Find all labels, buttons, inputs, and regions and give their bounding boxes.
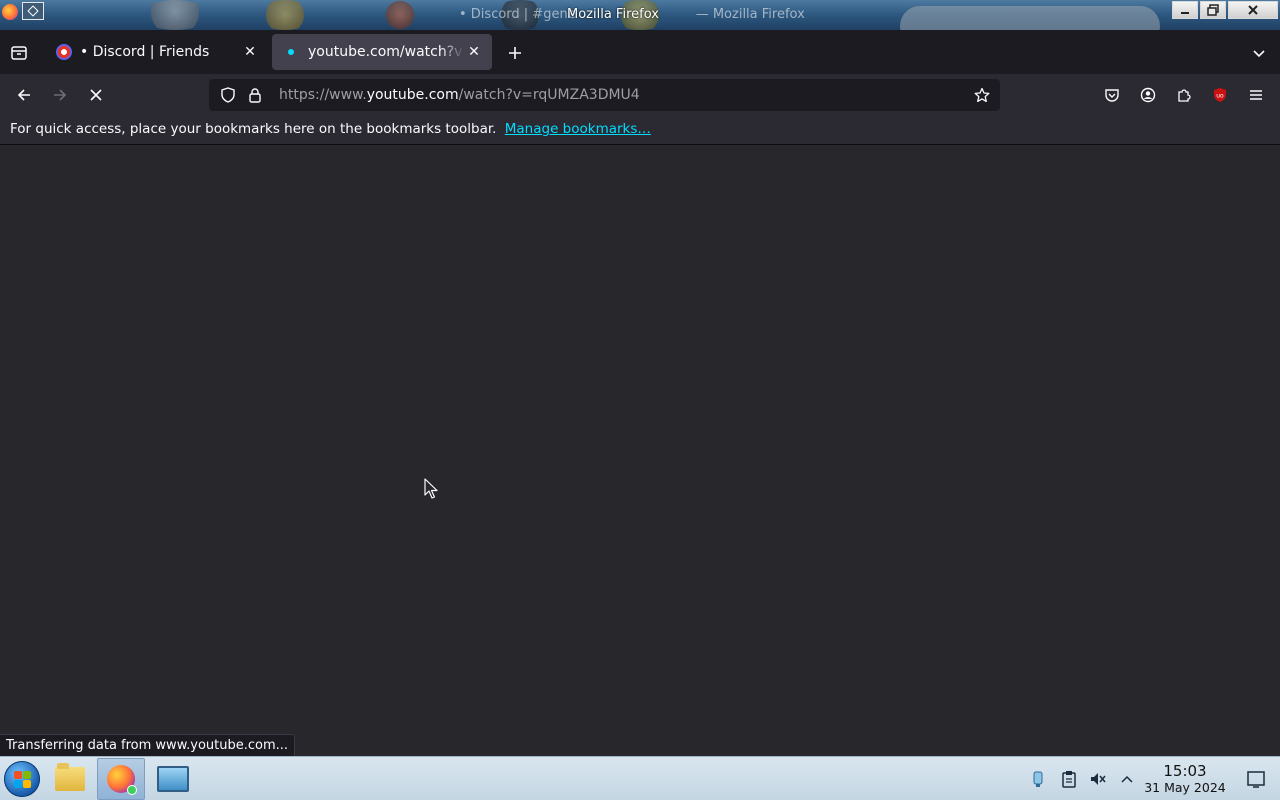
list-all-tabs-button[interactable] bbox=[1248, 42, 1270, 64]
site-info-button[interactable] bbox=[243, 80, 267, 110]
folder-icon bbox=[55, 763, 85, 791]
tab-label: • Discord | Friends bbox=[80, 44, 210, 60]
firefox-icon[interactable] bbox=[2, 4, 18, 20]
arrow-right-icon bbox=[54, 89, 67, 101]
bookmark-star-button[interactable] bbox=[970, 83, 994, 107]
taskbar-file-manager[interactable] bbox=[46, 758, 94, 800]
loading-dot-icon bbox=[288, 49, 294, 55]
pocket-icon bbox=[1105, 89, 1119, 102]
start-logo-icon bbox=[23, 771, 31, 779]
navigation-toolbar: https://www.youtube.com/watch?v=rqUMZA3D… bbox=[0, 74, 1280, 116]
tray-clipboard-icon[interactable] bbox=[1058, 768, 1080, 790]
bookmarks-empty-message: For quick access, place your bookmarks h… bbox=[10, 121, 497, 137]
wallpaper-art bbox=[380, 0, 420, 30]
bookmarks-toolbar: For quick access, place your bookmarks h… bbox=[0, 116, 1280, 145]
manage-bookmarks-link[interactable]: Manage bookmarks… bbox=[505, 121, 651, 137]
start-logo-icon bbox=[14, 780, 22, 788]
ublock-origin-icon: uo bbox=[1214, 88, 1226, 102]
desktop-icon bbox=[1247, 771, 1265, 788]
url-text[interactable]: https://www.youtube.com/watch?v=rqUMZA3D… bbox=[279, 87, 640, 103]
status-panel: Transferring data from www.youtube.com..… bbox=[0, 734, 296, 756]
titlebar-left-icons bbox=[2, 2, 44, 20]
ghost-title-text: • Discord | #gene bbox=[459, 7, 576, 22]
tab-close-icon[interactable]: ✕ bbox=[240, 42, 260, 62]
extensions-button[interactable] bbox=[1172, 83, 1196, 107]
lock-icon bbox=[249, 88, 261, 103]
start-button[interactable] bbox=[4, 761, 40, 797]
svg-text:uo: uo bbox=[1216, 93, 1224, 100]
clock-time: 15:03 bbox=[1163, 762, 1207, 780]
app-menu-button[interactable] bbox=[1244, 83, 1268, 107]
shield-icon bbox=[221, 87, 235, 103]
hamburger-menu-icon bbox=[1250, 90, 1262, 100]
close-icon bbox=[1248, 5, 1258, 15]
forward-button[interactable] bbox=[48, 83, 72, 107]
tracking-protection-button[interactable] bbox=[213, 80, 243, 110]
tab-youtube-watch[interactable]: youtube.com/watch?v=rqUMZA3DMU4 ✕ bbox=[272, 34, 492, 70]
close-button[interactable] bbox=[1228, 1, 1278, 19]
taskbar-firefox[interactable] bbox=[97, 758, 145, 800]
stop-loading-button[interactable] bbox=[84, 83, 108, 107]
close-icon bbox=[90, 89, 102, 101]
firefox-view-icon bbox=[11, 46, 27, 60]
taskbar: 15:03 31 May 2024 bbox=[0, 756, 1280, 800]
taskbar-clock[interactable]: 15:03 31 May 2024 bbox=[1140, 763, 1230, 796]
pocket-button[interactable] bbox=[1100, 83, 1124, 107]
clock-date: 31 May 2024 bbox=[1144, 780, 1226, 795]
show-desktop-button[interactable] bbox=[1246, 769, 1266, 789]
back-button[interactable] bbox=[12, 83, 36, 107]
tray-network-icon[interactable] bbox=[1027, 768, 1049, 790]
puzzle-icon bbox=[1178, 89, 1191, 102]
new-tab-button[interactable] bbox=[503, 41, 527, 65]
minimize-icon bbox=[1181, 12, 1189, 14]
running-badge-icon bbox=[127, 785, 137, 795]
url-host: youtube.com bbox=[366, 87, 459, 103]
keep-above-icon[interactable] bbox=[22, 2, 44, 20]
tab-label: youtube.com/watch?v=rqUMZA3DMU4 bbox=[308, 44, 464, 60]
url-path: /watch?v=rqUMZA3DMU4 bbox=[458, 87, 640, 103]
window-titlebar[interactable]: • Discord | #gene — Mozilla Firefox Mozil… bbox=[0, 0, 1280, 30]
taskbar-remote-desktop[interactable] bbox=[149, 758, 197, 800]
url-prefix: https://www. bbox=[279, 87, 367, 103]
page-content-area[interactable] bbox=[0, 146, 1280, 756]
firefox-view-button[interactable] bbox=[8, 42, 30, 64]
start-logo-icon bbox=[14, 771, 22, 779]
mouse-cursor-icon bbox=[424, 478, 438, 499]
window-title: Mozilla Firefox bbox=[567, 7, 659, 22]
remote-desktop-icon bbox=[157, 766, 189, 792]
ghost-title-suffix: — Mozilla Firefox bbox=[695, 7, 805, 22]
minimize-button[interactable] bbox=[1172, 1, 1198, 19]
wallpaper-art bbox=[140, 0, 210, 30]
tab-strip: • Discord | Friends ✕ youtube.com/watch?… bbox=[0, 30, 1280, 74]
restore-icon bbox=[1207, 4, 1219, 16]
tab-discord-friends[interactable]: • Discord | Friends ✕ bbox=[46, 34, 268, 70]
wallpaper-art bbox=[900, 6, 1160, 30]
firefox-icon bbox=[107, 765, 137, 795]
account-button[interactable] bbox=[1136, 83, 1160, 107]
plus-icon bbox=[509, 47, 521, 59]
ublock-origin-button[interactable]: uo bbox=[1208, 83, 1232, 107]
chevron-down-icon bbox=[1253, 50, 1265, 58]
tray-volume-muted-icon[interactable] bbox=[1087, 768, 1109, 790]
arrow-left-icon bbox=[17, 89, 30, 101]
tab-close-icon[interactable]: ✕ bbox=[464, 42, 484, 62]
star-icon bbox=[974, 87, 990, 103]
account-icon bbox=[1140, 87, 1156, 103]
url-bar[interactable]: https://www.youtube.com/watch?v=rqUMZA3D… bbox=[209, 79, 1000, 111]
wallpaper-art bbox=[255, 0, 315, 30]
discord-favicon-icon bbox=[56, 44, 72, 60]
tray-expand-icon[interactable] bbox=[1116, 768, 1138, 790]
start-logo-icon bbox=[23, 780, 31, 788]
window-controls bbox=[1172, 1, 1278, 19]
maximize-button[interactable] bbox=[1200, 1, 1226, 19]
